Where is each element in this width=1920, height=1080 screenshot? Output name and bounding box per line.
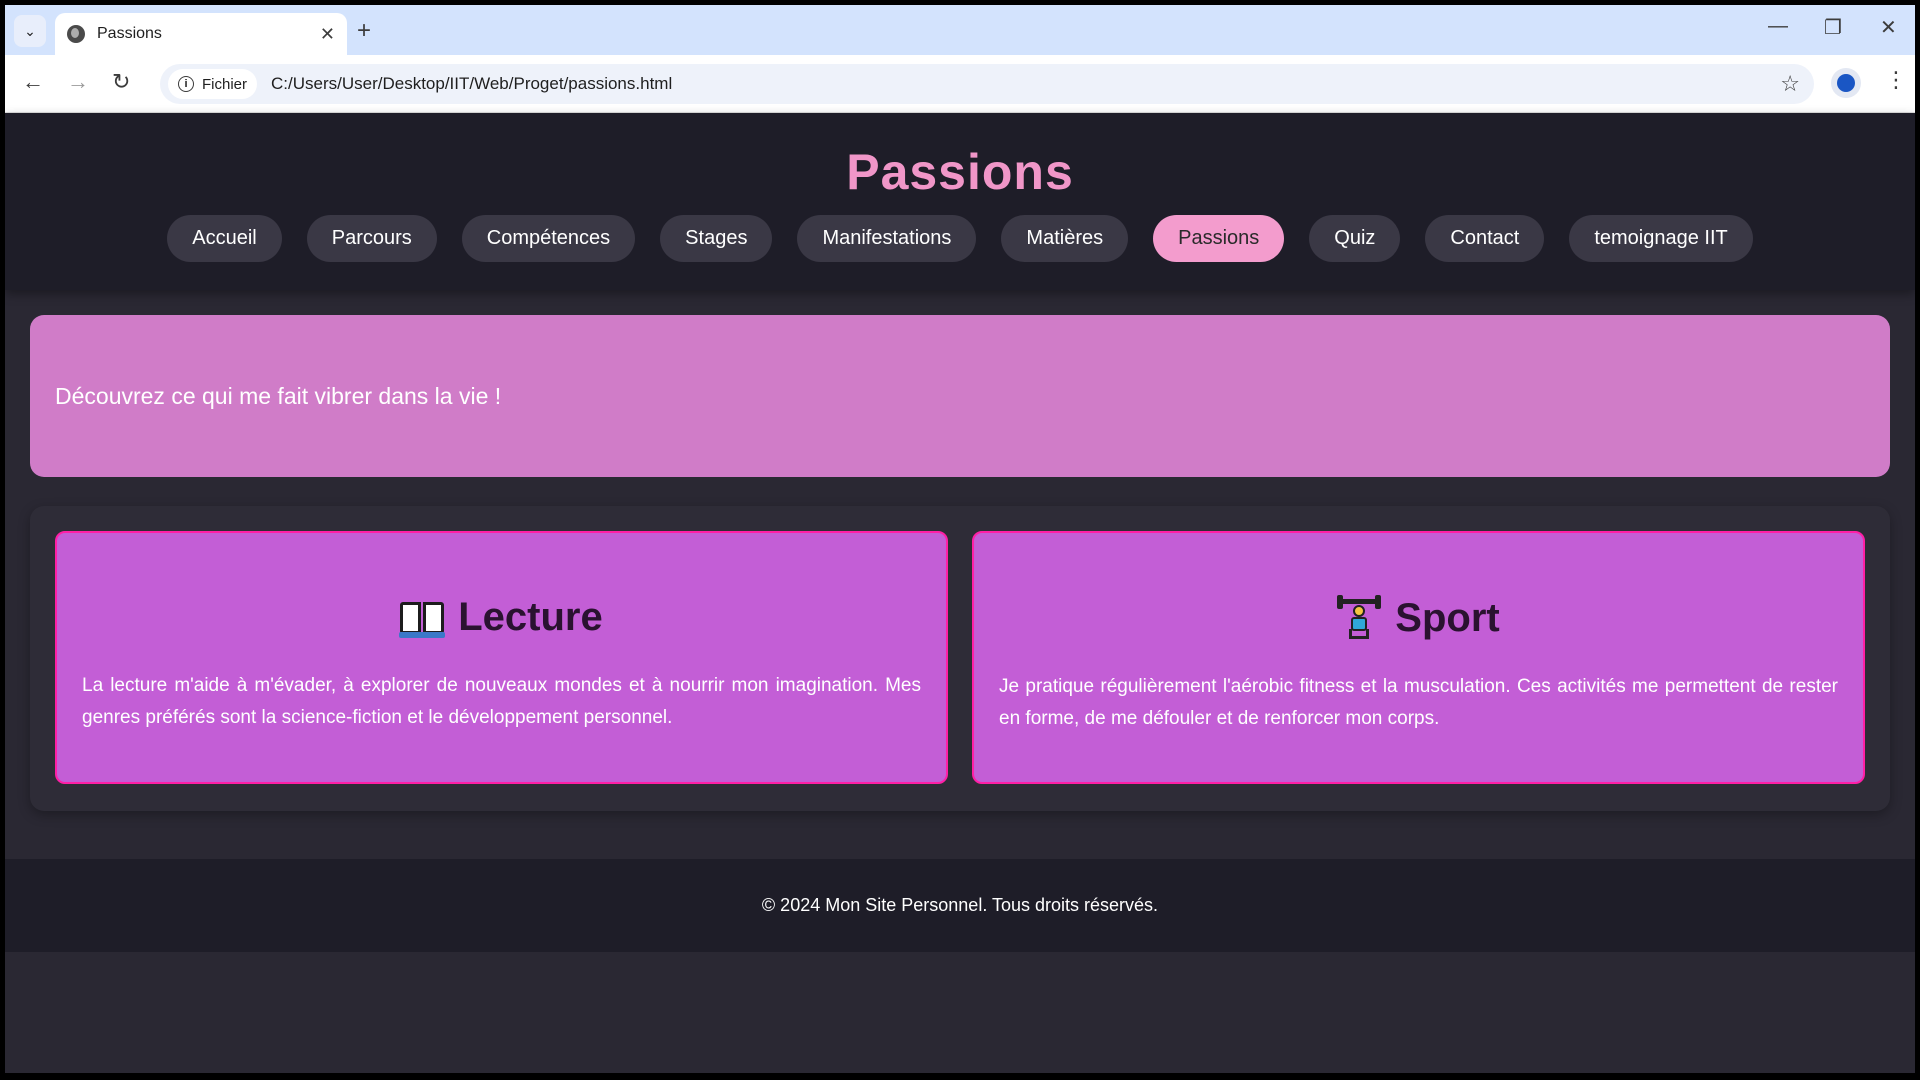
profile-avatar[interactable] (1831, 68, 1861, 98)
tab-bar: ⌄ Passions ✕ + — ❐ ✕ (5, 5, 1915, 55)
restore-icon[interactable]: ❐ (1824, 15, 1842, 40)
window-close-icon[interactable]: ✕ (1880, 15, 1897, 40)
new-tab-icon[interactable]: + (357, 17, 371, 45)
reload-icon[interactable]: ↻ (112, 69, 130, 95)
info-icon: i (178, 76, 194, 92)
nav-link-compétences[interactable]: Compétences (461, 215, 636, 262)
nav-link-quiz[interactable]: Quiz (1309, 215, 1401, 262)
intro-text: Découvrez ce qui me fait vibrer dans la … (55, 382, 502, 409)
passion-card-lecture: Lecture La lecture m'aide à m'évader, à … (55, 531, 948, 784)
nav-link-accueil[interactable]: Accueil (167, 215, 282, 262)
site-footer: © 2024 Mon Site Personnel. Tous droits r… (5, 859, 1915, 952)
nav-link-manifestations[interactable]: Manifestations (797, 215, 977, 262)
browser-toolbar: ← → ↻ i Fichier C:/Users/User/Desktop/II… (5, 55, 1915, 113)
page-content: Passions Accueil Parcours Compétences Stage… (5, 113, 1915, 1073)
weight-lifter-icon (1337, 595, 1382, 641)
nav-link-stages[interactable]: Stages (660, 215, 773, 262)
footer-text: © 2024 Mon Site Personnel. Tous droits r… (761, 895, 1159, 915)
nav-link-matières[interactable]: Matières (1001, 215, 1129, 262)
more-menu-icon[interactable]: ⋮ (1885, 67, 1907, 93)
site-header: Passions Accueil Parcours Compétences Stage… (5, 113, 1915, 290)
page-title: Passions (846, 144, 1074, 200)
card-text: Je pratique régulièrement l'aérobic fitn… (999, 676, 1838, 729)
address-bar[interactable]: i Fichier C:/Users/User/Desktop/IIT/Web/… (160, 64, 1814, 104)
nav-link-temoignage-iit[interactable]: temoignage IIT (1569, 215, 1753, 262)
tab-search-icon[interactable]: ⌄ (14, 15, 46, 47)
person-icon (1837, 74, 1855, 92)
nav-link-contact[interactable]: Contact (1425, 215, 1545, 262)
nav-link-passions[interactable]: Passions (1153, 215, 1285, 262)
close-tab-icon[interactable]: ✕ (320, 24, 335, 45)
globe-icon (67, 25, 85, 43)
bookmark-star-icon[interactable]: ☆ (1780, 71, 1800, 97)
minimize-icon[interactable]: — (1768, 15, 1788, 38)
passion-card-sport: Sport Je pratique régulièrement l'aérobi… (972, 531, 1865, 784)
site-info-chip[interactable]: i Fichier (168, 69, 258, 99)
browser-tab[interactable]: Passions ✕ (55, 13, 347, 55)
card-title: Lecture (458, 595, 603, 639)
main-nav: Accueil Parcours Compétences Stages Manifest… (5, 215, 1915, 262)
card-title: Sport (1395, 595, 1500, 640)
url-text[interactable]: C:/Users/User/Desktop/IIT/Web/Proget/pas… (271, 74, 672, 94)
passions-section: Lecture La lecture m'aide à m'évader, à … (30, 506, 1890, 811)
browser-window: ⌄ Passions ✕ + — ❐ ✕ ← → ↻ i Fichier C:/… (5, 5, 1915, 1073)
card-text: La lecture m'aide à m'évader, à explorer… (82, 675, 921, 728)
intro-banner: Découvrez ce qui me fait vibrer dans la … (30, 315, 1890, 477)
back-icon[interactable]: ← (22, 69, 44, 95)
tab-title: Passions (97, 25, 162, 42)
forward-icon[interactable]: → (67, 69, 89, 95)
open-book-icon (399, 600, 446, 638)
scheme-label: Fichier (202, 75, 248, 93)
nav-link-parcours[interactable]: Parcours (306, 215, 437, 262)
